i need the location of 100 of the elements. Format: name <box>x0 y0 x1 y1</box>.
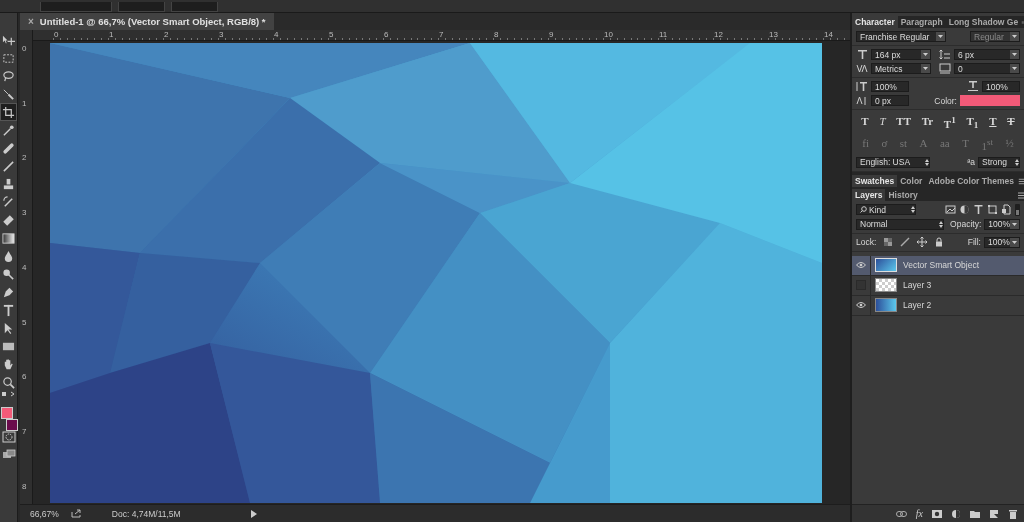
lock-brush-icon[interactable] <box>900 237 911 248</box>
quick-mask-icon[interactable] <box>1 431 16 443</box>
layer-name: Layer 2 <box>903 300 932 311</box>
ruler-number: 2 <box>22 153 27 163</box>
bold-style-button[interactable]: T <box>861 115 869 131</box>
panel-tab[interactable]: Color <box>897 174 926 187</box>
caps-style-button[interactable]: TT <box>896 115 911 131</box>
fill-field[interactable]: 100% <box>984 236 1020 248</box>
option-field[interactable] <box>171 2 218 12</box>
lock-transparent-icon[interactable] <box>883 237 894 248</box>
image-filter-icon[interactable] <box>945 204 956 216</box>
option-field[interactable] <box>118 2 165 12</box>
baseline-shift-field[interactable]: 0 px <box>871 95 909 106</box>
new-layer-icon[interactable] <box>989 508 999 519</box>
font-family-field[interactable]: Franchise Regular <box>856 31 946 42</box>
caret-icon <box>923 67 928 70</box>
foreground-color-swatch[interactable] <box>0 407 13 419</box>
type-filter-icon[interactable] <box>973 204 984 216</box>
layer-row[interactable]: Layer 2 <box>852 295 1024 316</box>
ruler-number: 10 <box>604 30 613 39</box>
ruler-number: 7 <box>22 426 27 436</box>
share-icon[interactable] <box>70 509 82 518</box>
lock-all-icon[interactable] <box>934 237 945 248</box>
eye-icon[interactable] <box>856 262 866 269</box>
updown-icon <box>925 158 929 166</box>
ruler-number: 6 <box>384 30 389 39</box>
italic-style-button[interactable]: T <box>879 115 886 131</box>
swap-colors-icon[interactable] <box>1 391 16 397</box>
smart-object-filter-icon[interactable] <box>1001 204 1012 216</box>
ruler-number: 0 <box>54 30 59 39</box>
history-brush-icon <box>2 195 15 209</box>
link-icon[interactable] <box>895 510 907 517</box>
fill-label: Fill: <box>967 237 981 248</box>
filter-kind-dropdown[interactable]: Kind <box>856 204 916 216</box>
document-size-info: Doc: 4,74M/11,5M <box>111 508 181 519</box>
ruler-number: 6 <box>22 372 27 382</box>
ruler-number: 4 <box>22 262 27 272</box>
lock-move-icon[interactable] <box>917 237 928 248</box>
hand-icon <box>2 357 15 371</box>
kerning-field[interactable]: Metrics <box>871 63 931 74</box>
filter-toggle-icon[interactable] <box>1015 203 1020 216</box>
antialias-dropdown[interactable]: Strong <box>978 156 1020 168</box>
font-size-field[interactable]: 164 px <box>871 49 931 60</box>
layer-mask-icon[interactable] <box>932 508 942 519</box>
panel-tab[interactable]: Character <box>852 16 898 28</box>
language-dropdown[interactable]: English: USA <box>856 156 930 168</box>
stamp-icon <box>2 177 15 191</box>
pen-icon <box>2 285 15 299</box>
plain-style-button[interactable]: T$_{1}$ <box>966 115 979 131</box>
opacity-field[interactable]: 100% <box>984 218 1020 230</box>
option-field[interactable] <box>40 2 112 12</box>
panel-tab[interactable]: History <box>885 188 921 201</box>
ruler-number: 11 <box>659 30 668 39</box>
ruler-number: 14 <box>824 30 833 39</box>
shape-filter-icon[interactable] <box>987 204 998 216</box>
layer-row[interactable]: Vector Smart Object <box>852 255 1024 276</box>
screen-mode-icon[interactable] <box>1 449 16 461</box>
vertical-scale-icon <box>856 81 868 92</box>
dodge-icon <box>2 267 15 281</box>
background-color-swatch[interactable] <box>5 419 18 431</box>
folder-icon[interactable] <box>970 508 980 519</box>
ruler-number: 13 <box>769 30 778 39</box>
smallcaps-style-button[interactable]: Tr <box>921 115 934 131</box>
zoom-level[interactable]: 66,67% <box>30 508 59 519</box>
horizontal-scale-icon <box>967 81 979 92</box>
panel-tab[interactable]: Adobe Color Themes <box>925 174 1017 187</box>
ruler-number: 1 <box>109 30 114 39</box>
panel-tab[interactable]: Long Shadow Ge <box>945 16 1022 28</box>
layer-effects-button[interactable]: fx <box>915 508 923 519</box>
zoom-icon <box>2 375 15 389</box>
horizontal-scale-field[interactable]: 100% <box>982 81 1020 92</box>
caret-icon <box>923 53 928 56</box>
crop-tool[interactable] <box>0 103 17 121</box>
adjustment-layer-icon[interactable] <box>951 508 961 519</box>
close-tab-icon[interactable]: × <box>28 16 34 27</box>
opacity-label: Opacity: <box>950 219 982 230</box>
gradient-icon <box>2 231 15 245</box>
tracking-field[interactable]: 0 <box>954 63 1020 74</box>
layer-thumbnail <box>875 258 897 273</box>
layer-row[interactable]: Layer 3 <box>852 275 1024 296</box>
ruler-number: 4 <box>274 30 279 39</box>
antialias-label: ªa <box>967 157 975 168</box>
play-arrow-icon[interactable] <box>250 509 257 518</box>
blend-mode-dropdown[interactable]: Normal <box>856 218 945 230</box>
strike-style-button[interactable]: T <box>1007 115 1015 131</box>
panel-tab[interactable]: Paragraph <box>897 16 946 28</box>
eye-icon[interactable] <box>856 302 866 309</box>
document-tab[interactable]: × Untitled-1 @ 66,7% (Vector Smart Object, RGB/8) * <box>20 13 274 30</box>
text-color-swatch[interactable] <box>960 95 1020 106</box>
ruler-number: 12 <box>714 30 723 39</box>
plain-style-button[interactable]: T$^{1}$ <box>943 115 956 131</box>
vertical-scale-field[interactable]: 100% <box>871 81 909 92</box>
leading-field[interactable]: 6 px <box>954 49 1020 60</box>
ruler-number: 7 <box>439 30 444 39</box>
adjustment-filter-icon[interactable] <box>959 204 970 216</box>
crop-icon <box>2 105 15 119</box>
trash-icon[interactable] <box>1008 508 1018 519</box>
underline-style-button[interactable]: T <box>989 115 997 131</box>
layer-thumbnail <box>875 298 897 313</box>
move-icon <box>2 33 15 47</box>
